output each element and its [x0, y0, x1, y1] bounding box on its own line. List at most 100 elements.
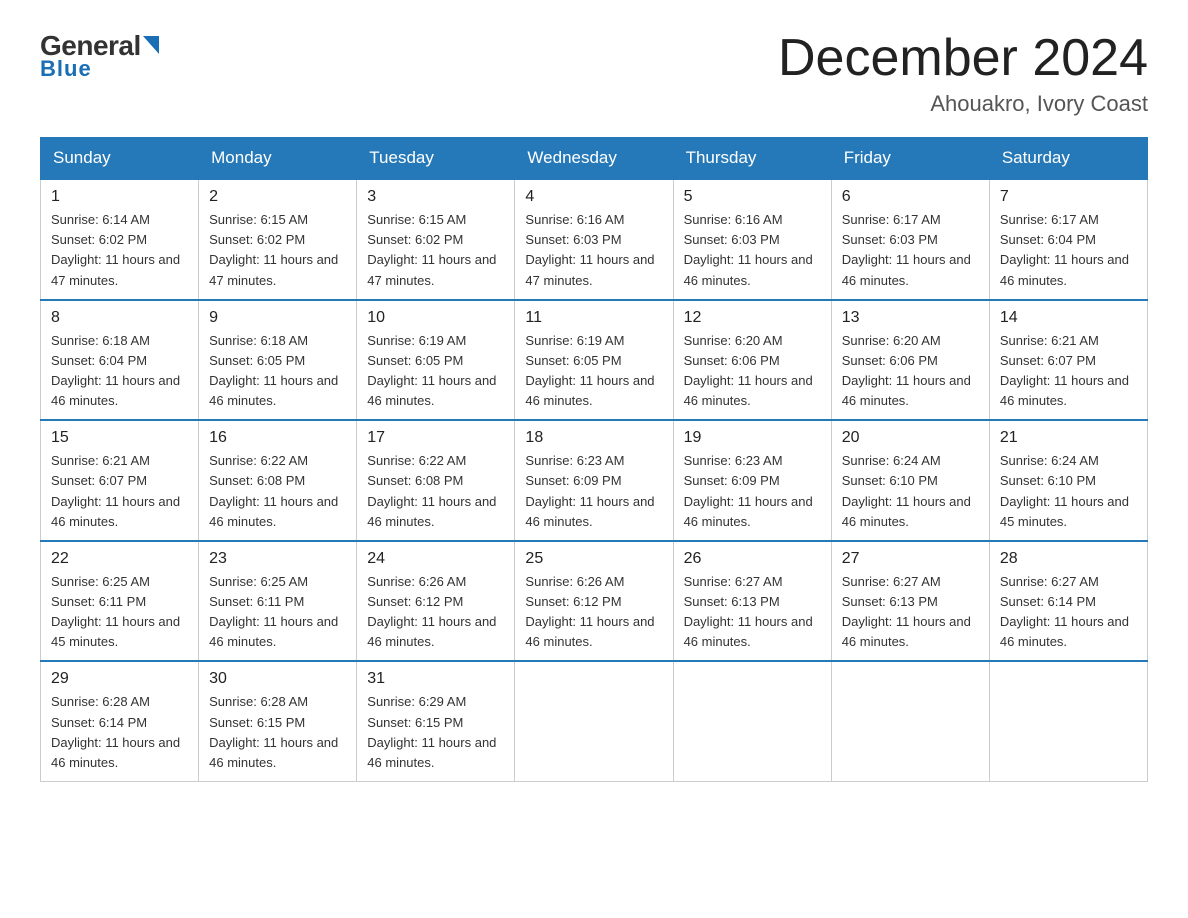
day-number: 12	[684, 309, 821, 327]
calendar-cell: 26 Sunrise: 6:27 AMSunset: 6:13 PMDaylig…	[673, 541, 831, 662]
day-info: Sunrise: 6:24 AMSunset: 6:10 PMDaylight:…	[842, 451, 979, 532]
day-info: Sunrise: 6:15 AMSunset: 6:02 PMDaylight:…	[209, 210, 346, 291]
day-info: Sunrise: 6:21 AMSunset: 6:07 PMDaylight:…	[51, 451, 188, 532]
calendar-cell: 9 Sunrise: 6:18 AMSunset: 6:05 PMDayligh…	[199, 300, 357, 421]
page-subtitle: Ahouakro, Ivory Coast	[778, 91, 1148, 117]
day-number: 24	[367, 550, 504, 568]
calendar-cell: 28 Sunrise: 6:27 AMSunset: 6:14 PMDaylig…	[989, 541, 1147, 662]
calendar-week-row: 22 Sunrise: 6:25 AMSunset: 6:11 PMDaylig…	[41, 541, 1148, 662]
day-info: Sunrise: 6:23 AMSunset: 6:09 PMDaylight:…	[684, 451, 821, 532]
day-number: 23	[209, 550, 346, 568]
day-info: Sunrise: 6:17 AMSunset: 6:03 PMDaylight:…	[842, 210, 979, 291]
calendar-cell: 5 Sunrise: 6:16 AMSunset: 6:03 PMDayligh…	[673, 179, 831, 300]
weekday-header-monday: Monday	[199, 138, 357, 180]
calendar-cell: 18 Sunrise: 6:23 AMSunset: 6:09 PMDaylig…	[515, 420, 673, 541]
calendar-cell: 20 Sunrise: 6:24 AMSunset: 6:10 PMDaylig…	[831, 420, 989, 541]
day-info: Sunrise: 6:22 AMSunset: 6:08 PMDaylight:…	[367, 451, 504, 532]
day-number: 26	[684, 550, 821, 568]
calendar-cell: 17 Sunrise: 6:22 AMSunset: 6:08 PMDaylig…	[357, 420, 515, 541]
calendar-week-row: 29 Sunrise: 6:28 AMSunset: 6:14 PMDaylig…	[41, 661, 1148, 781]
calendar-table: SundayMondayTuesdayWednesdayThursdayFrid…	[40, 137, 1148, 782]
day-info: Sunrise: 6:23 AMSunset: 6:09 PMDaylight:…	[525, 451, 662, 532]
day-info: Sunrise: 6:27 AMSunset: 6:14 PMDaylight:…	[1000, 572, 1137, 653]
calendar-cell	[673, 661, 831, 781]
day-number: 1	[51, 188, 188, 206]
calendar-cell: 10 Sunrise: 6:19 AMSunset: 6:05 PMDaylig…	[357, 300, 515, 421]
logo: General Blue	[40, 30, 159, 82]
day-number: 16	[209, 429, 346, 447]
day-number: 17	[367, 429, 504, 447]
day-info: Sunrise: 6:26 AMSunset: 6:12 PMDaylight:…	[525, 572, 662, 653]
day-number: 30	[209, 670, 346, 688]
day-number: 14	[1000, 309, 1137, 327]
day-info: Sunrise: 6:25 AMSunset: 6:11 PMDaylight:…	[51, 572, 188, 653]
day-number: 29	[51, 670, 188, 688]
page-header: General Blue December 2024 Ahouakro, Ivo…	[40, 30, 1148, 117]
weekday-header-wednesday: Wednesday	[515, 138, 673, 180]
calendar-cell: 25 Sunrise: 6:26 AMSunset: 6:12 PMDaylig…	[515, 541, 673, 662]
calendar-cell: 24 Sunrise: 6:26 AMSunset: 6:12 PMDaylig…	[357, 541, 515, 662]
calendar-cell: 3 Sunrise: 6:15 AMSunset: 6:02 PMDayligh…	[357, 179, 515, 300]
calendar-cell: 16 Sunrise: 6:22 AMSunset: 6:08 PMDaylig…	[199, 420, 357, 541]
day-info: Sunrise: 6:20 AMSunset: 6:06 PMDaylight:…	[842, 331, 979, 412]
day-number: 27	[842, 550, 979, 568]
day-number: 31	[367, 670, 504, 688]
day-info: Sunrise: 6:28 AMSunset: 6:15 PMDaylight:…	[209, 692, 346, 773]
day-number: 3	[367, 188, 504, 206]
day-info: Sunrise: 6:29 AMSunset: 6:15 PMDaylight:…	[367, 692, 504, 773]
day-number: 8	[51, 309, 188, 327]
day-number: 7	[1000, 188, 1137, 206]
day-number: 13	[842, 309, 979, 327]
calendar-cell	[515, 661, 673, 781]
calendar-cell: 22 Sunrise: 6:25 AMSunset: 6:11 PMDaylig…	[41, 541, 199, 662]
day-number: 10	[367, 309, 504, 327]
day-number: 21	[1000, 429, 1137, 447]
day-info: Sunrise: 6:18 AMSunset: 6:04 PMDaylight:…	[51, 331, 188, 412]
day-info: Sunrise: 6:18 AMSunset: 6:05 PMDaylight:…	[209, 331, 346, 412]
day-number: 20	[842, 429, 979, 447]
weekday-header-thursday: Thursday	[673, 138, 831, 180]
day-number: 15	[51, 429, 188, 447]
calendar-cell: 30 Sunrise: 6:28 AMSunset: 6:15 PMDaylig…	[199, 661, 357, 781]
day-info: Sunrise: 6:27 AMSunset: 6:13 PMDaylight:…	[684, 572, 821, 653]
calendar-week-row: 1 Sunrise: 6:14 AMSunset: 6:02 PMDayligh…	[41, 179, 1148, 300]
day-number: 11	[525, 309, 662, 327]
calendar-cell: 31 Sunrise: 6:29 AMSunset: 6:15 PMDaylig…	[357, 661, 515, 781]
calendar-week-row: 8 Sunrise: 6:18 AMSunset: 6:04 PMDayligh…	[41, 300, 1148, 421]
day-number: 22	[51, 550, 188, 568]
calendar-cell: 12 Sunrise: 6:20 AMSunset: 6:06 PMDaylig…	[673, 300, 831, 421]
day-info: Sunrise: 6:16 AMSunset: 6:03 PMDaylight:…	[525, 210, 662, 291]
day-info: Sunrise: 6:19 AMSunset: 6:05 PMDaylight:…	[367, 331, 504, 412]
day-info: Sunrise: 6:17 AMSunset: 6:04 PMDaylight:…	[1000, 210, 1137, 291]
day-info: Sunrise: 6:15 AMSunset: 6:02 PMDaylight:…	[367, 210, 504, 291]
day-info: Sunrise: 6:20 AMSunset: 6:06 PMDaylight:…	[684, 331, 821, 412]
calendar-cell: 13 Sunrise: 6:20 AMSunset: 6:06 PMDaylig…	[831, 300, 989, 421]
day-info: Sunrise: 6:22 AMSunset: 6:08 PMDaylight:…	[209, 451, 346, 532]
calendar-cell: 6 Sunrise: 6:17 AMSunset: 6:03 PMDayligh…	[831, 179, 989, 300]
day-info: Sunrise: 6:28 AMSunset: 6:14 PMDaylight:…	[51, 692, 188, 773]
day-number: 28	[1000, 550, 1137, 568]
day-number: 5	[684, 188, 821, 206]
day-info: Sunrise: 6:21 AMSunset: 6:07 PMDaylight:…	[1000, 331, 1137, 412]
day-number: 2	[209, 188, 346, 206]
calendar-cell: 21 Sunrise: 6:24 AMSunset: 6:10 PMDaylig…	[989, 420, 1147, 541]
weekday-header-tuesday: Tuesday	[357, 138, 515, 180]
calendar-cell	[831, 661, 989, 781]
calendar-cell: 23 Sunrise: 6:25 AMSunset: 6:11 PMDaylig…	[199, 541, 357, 662]
day-number: 19	[684, 429, 821, 447]
day-number: 6	[842, 188, 979, 206]
calendar-week-row: 15 Sunrise: 6:21 AMSunset: 6:07 PMDaylig…	[41, 420, 1148, 541]
calendar-cell: 15 Sunrise: 6:21 AMSunset: 6:07 PMDaylig…	[41, 420, 199, 541]
day-info: Sunrise: 6:19 AMSunset: 6:05 PMDaylight:…	[525, 331, 662, 412]
day-number: 18	[525, 429, 662, 447]
calendar-header-row: SundayMondayTuesdayWednesdayThursdayFrid…	[41, 138, 1148, 180]
day-info: Sunrise: 6:27 AMSunset: 6:13 PMDaylight:…	[842, 572, 979, 653]
day-info: Sunrise: 6:16 AMSunset: 6:03 PMDaylight:…	[684, 210, 821, 291]
day-number: 25	[525, 550, 662, 568]
calendar-cell: 1 Sunrise: 6:14 AMSunset: 6:02 PMDayligh…	[41, 179, 199, 300]
calendar-cell: 2 Sunrise: 6:15 AMSunset: 6:02 PMDayligh…	[199, 179, 357, 300]
weekday-header-friday: Friday	[831, 138, 989, 180]
title-block: December 2024 Ahouakro, Ivory Coast	[778, 30, 1148, 117]
day-info: Sunrise: 6:24 AMSunset: 6:10 PMDaylight:…	[1000, 451, 1137, 532]
calendar-cell	[989, 661, 1147, 781]
